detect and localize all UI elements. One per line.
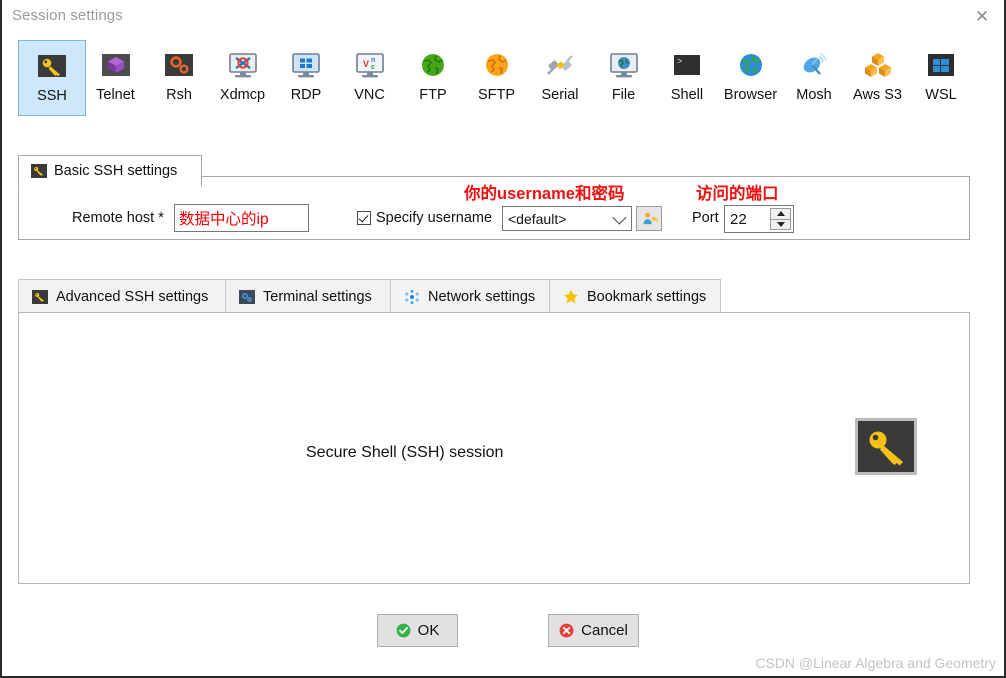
session-type-label: RDP [290, 87, 322, 103]
session-description: Secure Shell (SSH) session [306, 444, 504, 461]
svg-text:c: c [371, 64, 375, 71]
port-stepper[interactable] [770, 208, 791, 230]
wsl-windows-icon [928, 54, 954, 76]
session-type-label: Telnet [96, 87, 135, 103]
session-type-rdp[interactable]: RDP [272, 40, 340, 116]
session-type-vnc[interactable]: Vn c VNC [336, 40, 404, 116]
session-type-telnet[interactable]: Telnet [82, 40, 150, 116]
xdmcp-monitor-icon [228, 53, 257, 78]
tab-bookmark-settings[interactable]: Bookmark settings [549, 279, 721, 313]
port-label: Port [692, 210, 719, 226]
session-type-rsh[interactable]: Rsh [145, 40, 213, 116]
session-type-file[interactable]: File [590, 40, 658, 116]
session-type-label: FTP [419, 87, 447, 103]
cancel-button[interactable]: Cancel [548, 614, 639, 647]
tab-label: Advanced SSH settings [56, 288, 209, 305]
browser-globe-icon [739, 54, 762, 76]
shell-prompt-icon: > [674, 55, 700, 75]
port-stepper-down[interactable] [770, 219, 791, 230]
remote-host-input[interactable]: 数据中心的ip [174, 204, 309, 232]
port-value: 22 [730, 210, 747, 228]
session-type-label: File [611, 87, 636, 103]
check-circle-icon [396, 623, 411, 638]
tab-label: Network settings [428, 288, 536, 305]
tab-label: Bookmark settings [587, 288, 707, 305]
session-settings-dialog: Session settings ✕ SSH Telnet Rsh Xdmcp RDP V… [0, 0, 1006, 678]
vnc-monitor-icon: Vnc [355, 53, 384, 78]
username-select[interactable]: <default> [502, 206, 632, 231]
session-type-ssh[interactable]: SSH [18, 40, 86, 116]
telnet-cube-icon [101, 54, 130, 76]
mosh-dish-icon [803, 52, 827, 75]
session-type-label: Aws S3 [853, 87, 902, 103]
specify-username-label[interactable]: Specify username [376, 210, 492, 226]
aws-s3-cubes-icon [864, 53, 891, 77]
session-type-xdmcp[interactable]: Xdmcp [209, 40, 277, 116]
svg-text:>: > [677, 57, 682, 67]
svg-text:n: n [371, 57, 375, 64]
ftp-globe-icon [422, 54, 444, 76]
ssh-key-icon [38, 55, 66, 77]
user-key-button[interactable] [636, 206, 662, 231]
x-circle-icon [559, 623, 574, 638]
star-icon [564, 289, 578, 303]
session-type-serial[interactable]: Serial [526, 40, 594, 116]
tab-terminal-settings[interactable]: Terminal settings [225, 279, 391, 313]
username-select-value: <default> [508, 210, 567, 227]
session-type-label: WSL [925, 87, 957, 103]
annotation-username-note: 你的username和密码 [464, 185, 625, 203]
session-type-shell[interactable]: > Shell [653, 40, 721, 116]
remote-host-label: Remote host * [72, 210, 164, 226]
tab-basic-ssh-settings[interactable]: Basic SSH settings [18, 155, 202, 187]
tab-basic-ssh-settings-label: Basic SSH settings [54, 163, 178, 179]
session-type-toolbar: SSH Telnet Rsh Xdmcp RDP Vn c VNC FTP SFTP Serial F… [2, 36, 1004, 120]
window-title: Session settings [12, 7, 123, 24]
session-type-aws-s3[interactable]: Aws S3 [844, 40, 912, 116]
user-key-icon [643, 212, 658, 225]
ssh-key-icon [32, 289, 48, 304]
ssh-key-icon [31, 163, 47, 179]
annotation-port-note: 访问的端口 [696, 185, 779, 203]
ssh-key-big-icon [855, 418, 917, 475]
port-stepper-up[interactable] [770, 208, 791, 220]
session-type-mosh[interactable]: Mosh [780, 40, 848, 116]
session-type-wsl[interactable]: WSL [907, 40, 975, 116]
session-type-label: Serial [541, 87, 579, 103]
title-bar: Session settings ✕ [2, 0, 1004, 33]
session-type-ftp[interactable]: FTP [399, 40, 467, 116]
session-type-label: SSH [37, 88, 67, 104]
svg-text:V: V [363, 59, 369, 69]
tab-advanced-ssh-settings[interactable]: Advanced SSH settings [18, 279, 226, 313]
chevron-down-icon [612, 210, 627, 225]
specify-username-checkbox[interactable] [357, 211, 371, 225]
serial-plug-icon [547, 55, 573, 75]
session-type-label: Xdmcp [219, 87, 266, 103]
close-icon[interactable]: ✕ [968, 4, 996, 28]
watermark: CSDN @Linear Algebra and Geometry [755, 655, 996, 671]
rdp-monitor-icon [292, 53, 320, 78]
sftp-globe-icon [485, 54, 508, 76]
terminal-icon [239, 289, 255, 304]
session-type-browser[interactable]: Browser [717, 40, 785, 116]
session-type-label: Rsh [166, 87, 192, 103]
tab-network-settings[interactable]: Network settings [390, 279, 550, 313]
ok-button[interactable]: OK [377, 614, 458, 647]
tab-label: Terminal settings [263, 288, 372, 305]
network-dots-icon [405, 289, 419, 304]
file-monitor-icon [609, 53, 638, 78]
session-type-label: SFTP [477, 87, 516, 103]
ok-button-label: OK [417, 622, 440, 639]
session-type-label: Shell [670, 87, 704, 103]
cancel-button-label: Cancel [581, 622, 628, 639]
session-type-label: Browser [723, 87, 778, 103]
session-type-label: Mosh [796, 87, 832, 103]
session-type-label: VNC [354, 87, 385, 103]
rsh-gears-icon [165, 54, 193, 76]
port-input[interactable]: 22 [724, 205, 794, 233]
session-type-sftp[interactable]: SFTP [463, 40, 531, 116]
